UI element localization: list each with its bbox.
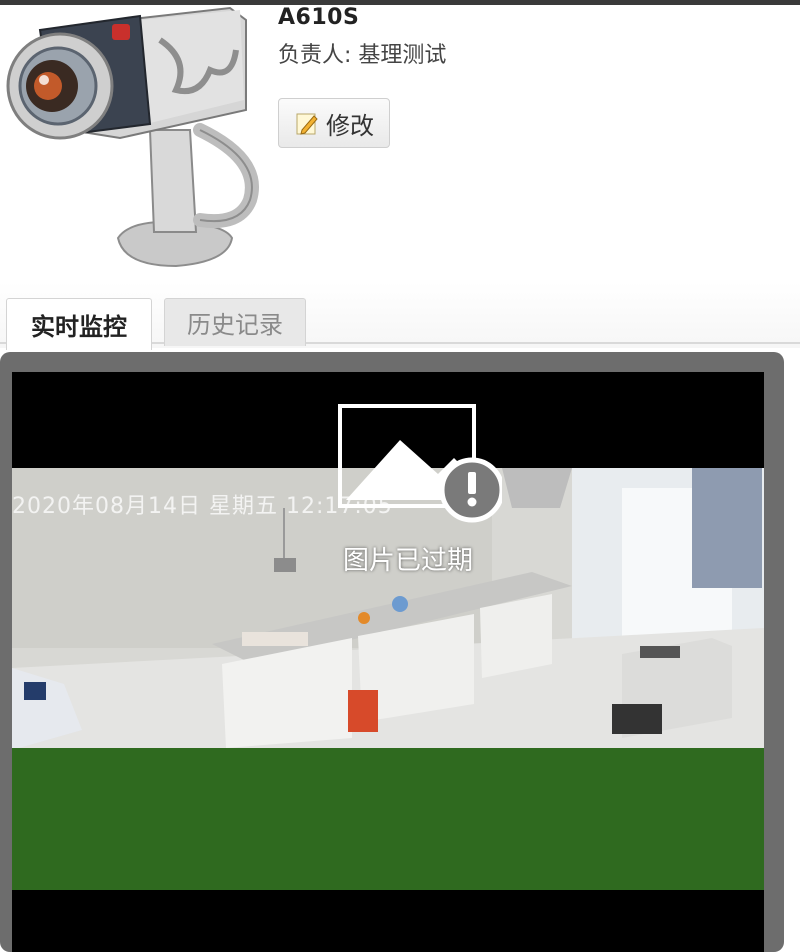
image-expired-text: 图片已过期 xyxy=(342,546,473,576)
security-camera-icon xyxy=(0,0,270,280)
tab-bar: 实时监控 历史记录 xyxy=(0,282,800,350)
tab-history[interactable]: 历史记录 xyxy=(164,298,306,346)
device-owner: 负责人: 基理测试 xyxy=(278,43,447,68)
tab-live-monitor[interactable]: 实时监控 xyxy=(6,298,152,350)
device-info: A610S 负责人: 基理测试 xyxy=(278,4,446,70)
image-expired-notice: 图片已过期 xyxy=(338,404,502,576)
green-overlay-band xyxy=(12,748,764,890)
edit-button-label: 修改 xyxy=(326,111,374,140)
device-name: A610S xyxy=(278,5,360,30)
image-expired-icon xyxy=(338,404,502,523)
timestamp-overlay: 2020年08月14日 星期五 12:17:05 xyxy=(12,494,393,519)
pencil-icon xyxy=(296,113,318,135)
edit-button[interactable]: 修改 xyxy=(278,98,390,148)
